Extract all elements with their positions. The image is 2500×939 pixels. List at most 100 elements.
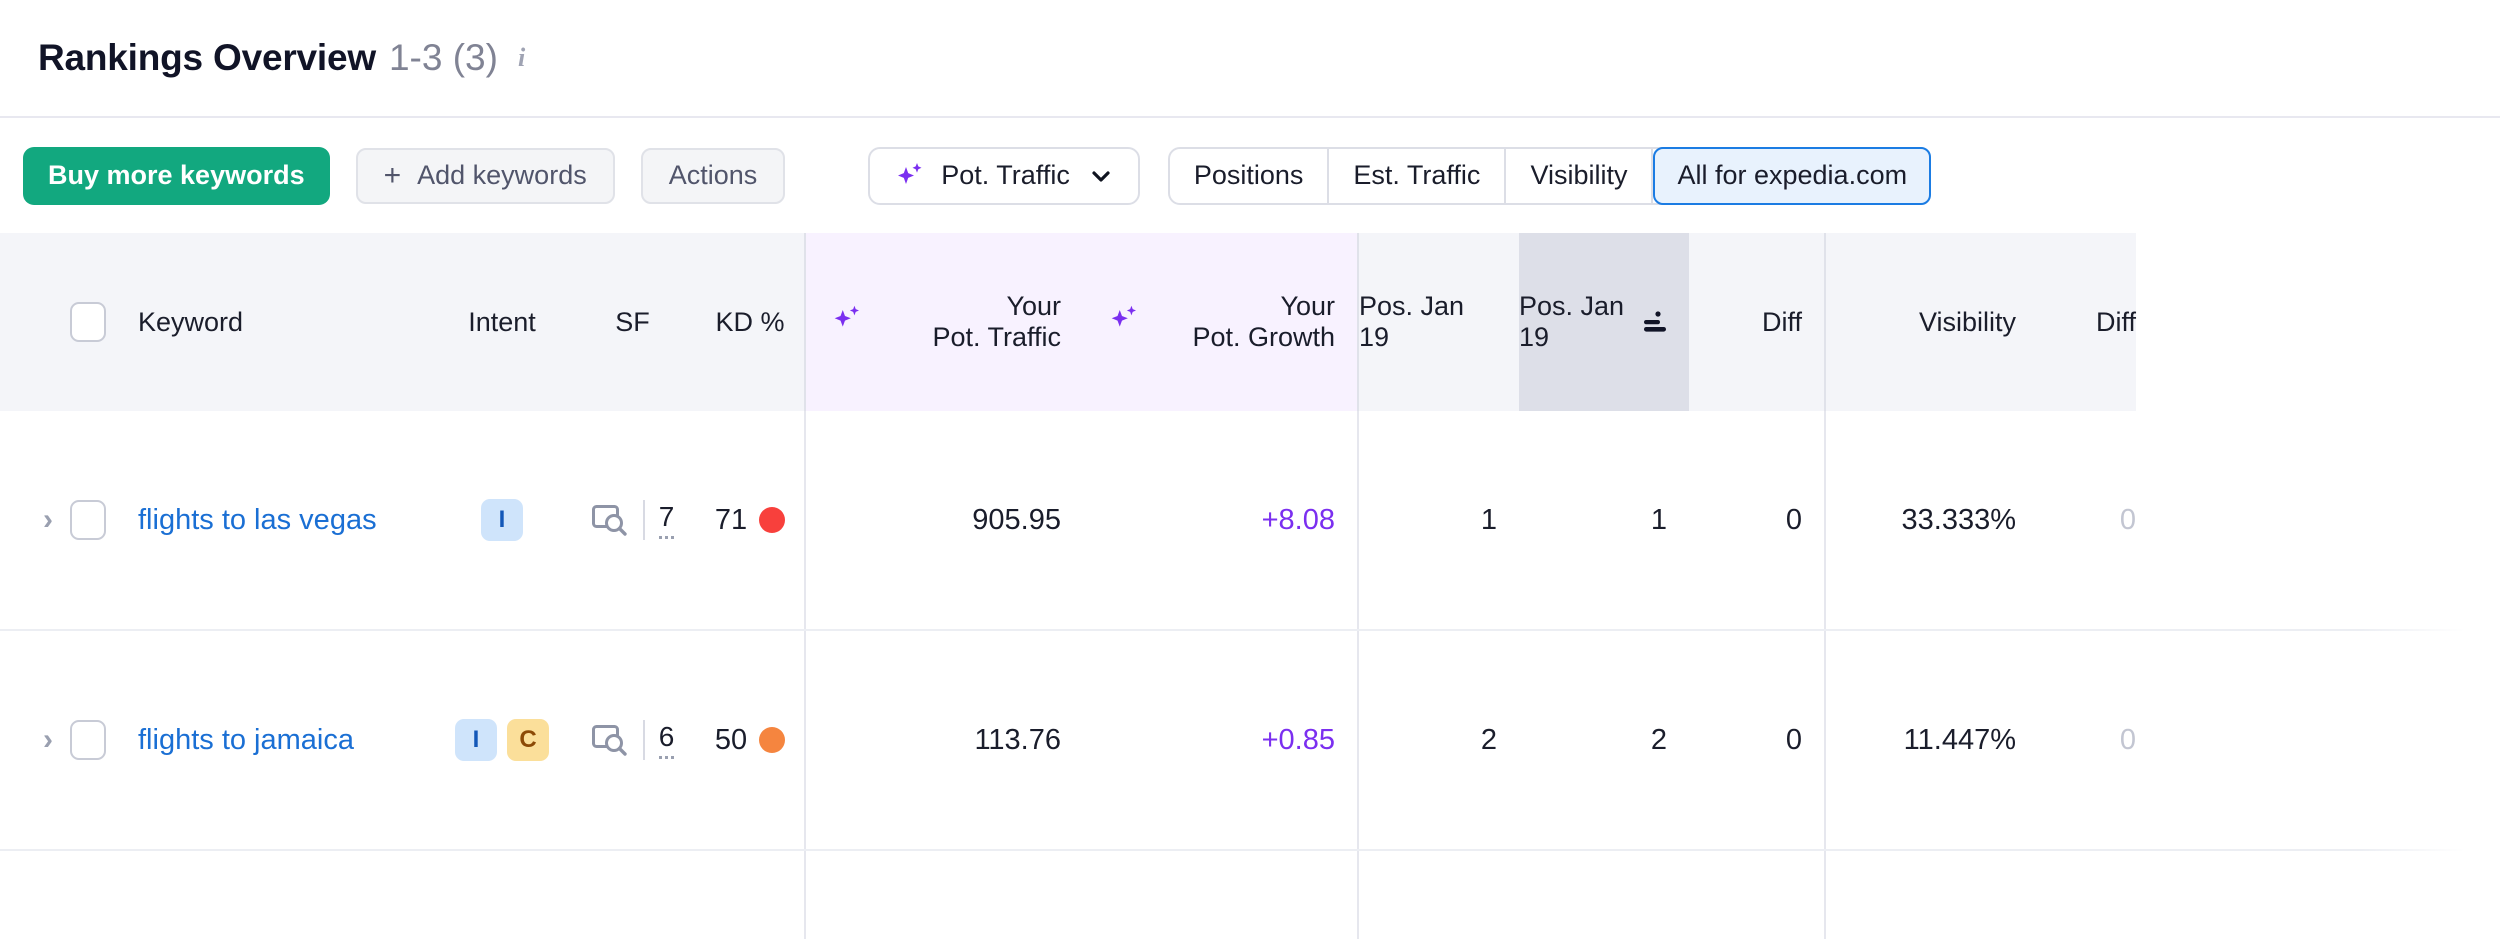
table-body: › flights to las vegas I 7 71 905.95 +8.… bbox=[0, 411, 2500, 939]
header-diff-2-label: Diff bbox=[2095, 306, 2136, 337]
header-intent[interactable]: Intent bbox=[435, 233, 569, 411]
serp-feature-icon[interactable] bbox=[591, 503, 629, 537]
kd-difficulty-dot bbox=[759, 507, 786, 533]
info-icon[interactable]: i bbox=[518, 43, 525, 73]
panel-header: Rankings Overview 1-3 (3) i bbox=[0, 0, 2500, 118]
tab-all-for-domain[interactable]: All for expedia.com bbox=[1653, 146, 1932, 205]
keyword-link[interactable]: flights to jamaica bbox=[138, 724, 354, 757]
pot-traffic-cell: 139.16 bbox=[806, 851, 1083, 939]
chevron-right-icon[interactable]: › bbox=[0, 503, 70, 537]
header-diff-1[interactable]: Diff bbox=[1689, 233, 1824, 411]
header-intent-label: Intent bbox=[468, 306, 536, 337]
sparkle-icon bbox=[894, 160, 926, 192]
diff-2-cell: 0 bbox=[2016, 411, 2136, 629]
kd-cell: 71 bbox=[696, 411, 804, 629]
keyword-cell: flights to mexico bbox=[138, 851, 435, 939]
sf-count[interactable]: 6 bbox=[658, 721, 675, 759]
row-checkbox[interactable] bbox=[70, 720, 106, 760]
keyword-link[interactable]: flights to las vegas bbox=[138, 504, 377, 537]
header-kd[interactable]: KD % bbox=[696, 233, 804, 411]
sparkle-icon bbox=[1107, 302, 1141, 343]
header-keyword[interactable]: Keyword bbox=[138, 233, 435, 411]
pot-traffic-value: 113.76 bbox=[974, 723, 1061, 756]
kd-value: 50 bbox=[714, 723, 748, 756]
actions-button[interactable]: Actions bbox=[640, 147, 786, 204]
rankings-table: Keyword Intent SF KD % Your Pot. Traffic… bbox=[0, 233, 2500, 939]
select-all-checkbox[interactable] bbox=[70, 302, 106, 342]
header-pot-growth-line1: Your bbox=[1280, 290, 1335, 321]
tab-visibility[interactable]: Visibility bbox=[1506, 148, 1654, 203]
tab-est-traffic[interactable]: Est. Traffic bbox=[1329, 148, 1507, 203]
header-pot-traffic[interactable]: Your Pot. Traffic bbox=[806, 233, 1083, 411]
sf-cell: 6 bbox=[569, 851, 696, 939]
header-diff-1-label: Diff bbox=[1761, 306, 1802, 337]
intent-badge-commercial[interactable]: C bbox=[507, 719, 549, 761]
result-range: 1-3 (3) bbox=[388, 37, 498, 78]
pot-growth-value: +8.08 bbox=[1261, 503, 1335, 536]
sf-divider bbox=[642, 500, 645, 540]
tab-positions[interactable]: Positions bbox=[1170, 148, 1330, 203]
sort-descending-icon[interactable] bbox=[1641, 309, 1667, 335]
pot-growth-cell: +1.24 bbox=[1083, 851, 1357, 939]
intent-cell: I bbox=[435, 851, 569, 939]
header-pos-2-label: Pos. Jan 19 bbox=[1519, 291, 1625, 352]
diff-2-cell: 0 bbox=[2016, 851, 2136, 939]
expand-cell: › bbox=[0, 631, 70, 849]
chevron-right-icon[interactable]: › bbox=[0, 723, 70, 757]
add-keywords-button[interactable]: + Add keywords bbox=[355, 147, 615, 204]
buy-more-keywords-label: Buy more keywords bbox=[48, 160, 305, 190]
header-sf-label: SF bbox=[615, 306, 650, 337]
intent-badge-informational[interactable]: I bbox=[481, 499, 523, 541]
header-pos-1[interactable]: Pos. Jan 19 bbox=[1359, 233, 1519, 411]
pos-1-cell: 2 bbox=[1359, 631, 1519, 849]
pot-growth-cell: +8.08 bbox=[1083, 411, 1357, 629]
intent-cell: I bbox=[435, 411, 569, 629]
diff-1-cell: 0 bbox=[1689, 411, 1824, 629]
row-checkbox[interactable] bbox=[70, 500, 106, 540]
sf-count[interactable]: 7 bbox=[658, 501, 675, 539]
row-select-cell bbox=[70, 411, 138, 629]
visibility-value: 33.333% bbox=[1901, 503, 2017, 536]
table-row: › flights to mexico I bbox=[0, 851, 2500, 939]
serp-feature-icon[interactable] bbox=[591, 723, 629, 757]
diff-2-value: 0 bbox=[2119, 723, 2136, 756]
diff-2-value: 0 bbox=[2119, 503, 2136, 536]
header-visibility-label: Visibility bbox=[1918, 306, 2016, 337]
intent-badge-informational[interactable]: I bbox=[455, 719, 497, 761]
visibility-cell: 11.447% bbox=[1826, 631, 2016, 849]
header-pos-2[interactable]: Pos. Jan 19 bbox=[1519, 233, 1689, 411]
keyword-cell: flights to las vegas bbox=[138, 411, 435, 629]
metric-dropdown-label: Pot. Traffic bbox=[941, 160, 1070, 190]
rankings-overview-panel: Rankings Overview 1-3 (3) i Buy more key… bbox=[0, 0, 2500, 939]
header-pot-growth[interactable]: Your Pot. Growth bbox=[1083, 233, 1357, 411]
pos-2-cell: 2 bbox=[1519, 851, 1689, 939]
pot-traffic-cell: 905.95 bbox=[806, 411, 1083, 629]
pos-2-cell: 2 bbox=[1519, 631, 1689, 849]
diff-1-cell: 0 bbox=[1689, 631, 1824, 849]
sf-cell: 6 bbox=[569, 631, 696, 849]
intent-cell: I C bbox=[435, 631, 569, 849]
pos-1-value: 1 bbox=[1480, 503, 1497, 536]
toolbar: Buy more keywords + Add keywords Actions… bbox=[0, 118, 2500, 233]
visibility-cell: 11.447% bbox=[1826, 851, 2016, 939]
visibility-cell: 33.333% bbox=[1826, 411, 2017, 629]
metric-dropdown[interactable]: Pot. Traffic bbox=[868, 146, 1140, 205]
kd-difficulty-dot bbox=[759, 727, 786, 753]
header-kd-label: KD % bbox=[715, 306, 785, 337]
header-pos-1-label: Pos. Jan 19 bbox=[1359, 291, 1465, 352]
pos-2-value: 2 bbox=[1650, 723, 1667, 756]
header-sf[interactable]: SF bbox=[569, 233, 696, 411]
tab-visibility-label: Visibility bbox=[1530, 160, 1628, 190]
row-select-cell bbox=[70, 631, 138, 849]
header-expand-spacer bbox=[0, 233, 70, 411]
row-select-cell bbox=[70, 851, 138, 939]
header-visibility[interactable]: Visibility bbox=[1826, 233, 2016, 411]
buy-more-keywords-button[interactable]: Buy more keywords bbox=[23, 146, 330, 205]
keyword-cell: flights to jamaica bbox=[138, 631, 435, 849]
pot-traffic-value: 905.95 bbox=[972, 503, 1061, 536]
tab-est-traffic-label: Est. Traffic bbox=[1353, 160, 1481, 190]
sparkle-icon bbox=[830, 302, 864, 343]
pos-2-cell: 1 bbox=[1519, 411, 1689, 629]
header-diff-2[interactable]: Diff bbox=[2016, 233, 2136, 411]
tab-all-for-domain-label: All for expedia.com bbox=[1677, 160, 1908, 190]
